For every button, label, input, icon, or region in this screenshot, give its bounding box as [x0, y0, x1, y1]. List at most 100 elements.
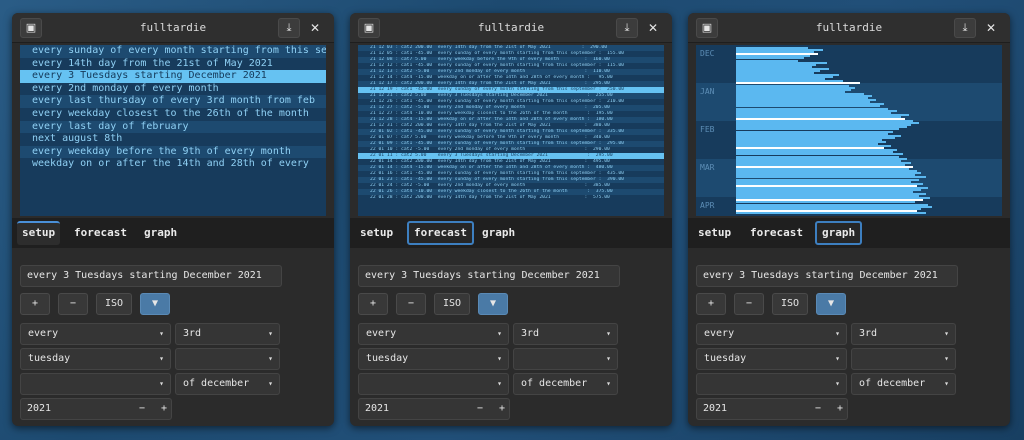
download-icon[interactable]: ⤓ — [278, 18, 300, 38]
modifier-dropdown[interactable]: ▾ — [851, 348, 956, 370]
add-button[interactable]: + — [358, 293, 388, 315]
tab-forecast[interactable]: forecast — [69, 221, 132, 245]
iso-button[interactable]: ISO — [96, 293, 132, 315]
chevron-down-icon: ▾ — [835, 354, 840, 363]
ordinal-dropdown[interactable]: 3rd ▾ — [851, 323, 956, 345]
add-button[interactable]: + — [696, 293, 726, 315]
decrement-button[interactable]: − — [809, 399, 827, 419]
month-dropdown[interactable]: of december ▾ — [175, 373, 280, 395]
list-item[interactable]: every weekday closest to the 26th of the… — [20, 108, 326, 121]
frequency-dropdown[interactable]: every ▾ — [20, 323, 171, 345]
list-item[interactable]: every 3 Tuesdays starting December 2021 — [20, 70, 326, 83]
month-dropdown[interactable]: of december ▾ — [513, 373, 618, 395]
month-dropdown[interactable]: of december ▾ — [851, 373, 956, 395]
list-item[interactable]: weekday on or after the 14th and 28th of… — [20, 158, 326, 171]
month-label: DEC — [700, 49, 715, 58]
year-spinner[interactable]: 2021− + — [20, 398, 172, 420]
chevron-down-icon: ▾ — [268, 329, 273, 338]
chevron-down-icon: ▾ — [497, 379, 502, 388]
year-spinner[interactable]: 2021− + — [696, 398, 848, 420]
chevron-down-icon: ▾ — [944, 354, 949, 363]
download-icon[interactable]: ⤓ — [954, 18, 976, 38]
tab-setup[interactable]: setup — [355, 221, 398, 245]
list-item[interactable]: every last thursday of every 3rd month f… — [20, 95, 326, 108]
increment-button[interactable]: + — [831, 399, 849, 419]
add-button[interactable]: + — [20, 293, 50, 315]
tab-setup[interactable]: setup — [17, 221, 61, 245]
month-label: JAN — [700, 87, 715, 96]
chevron-down-icon: ▾ — [159, 379, 164, 388]
weekday-dropdown[interactable]: tuesday ▾ — [20, 348, 171, 370]
remove-button[interactable]: − — [734, 293, 764, 315]
titlebar[interactable]: ▣ fulltardie ⤓ ✕ — [12, 13, 334, 43]
tab-bar: setup forecast graph — [688, 218, 1010, 248]
setup-list[interactable]: every sunday of every month starting fro… — [20, 45, 326, 216]
frequency-dropdown[interactable]: every ▾ — [358, 323, 509, 345]
titlebar[interactable]: ▣ fulltardie ⤓ ✕ — [688, 13, 1010, 43]
move-down-button[interactable]: ▼ — [816, 293, 846, 315]
iso-button[interactable]: ISO — [434, 293, 470, 315]
ordinal-dropdown[interactable]: 3rd ▾ — [175, 323, 280, 345]
day-dropdown[interactable]: ▾ — [358, 373, 509, 395]
year-spinner[interactable]: 2021− + — [358, 398, 510, 420]
chevron-down-icon: ▾ — [268, 354, 273, 363]
weekday-dropdown[interactable]: tuesday ▾ — [358, 348, 509, 370]
close-icon[interactable]: ✕ — [986, 19, 996, 37]
list-item[interactable]: next august 8th — [20, 133, 326, 146]
close-icon[interactable]: ✕ — [648, 19, 658, 37]
window-graph: ▣ fulltardie ⤓ ✕ DEC JAN FEB MAR APR setup f… — [688, 13, 1010, 426]
modifier-dropdown[interactable]: ▾ — [175, 348, 280, 370]
titlebar[interactable]: ▣ fulltardie ⤓ ✕ — [350, 13, 672, 43]
list-item[interactable]: every 14th day from the 21st of May 2021 — [20, 58, 326, 71]
tab-graph[interactable]: graph — [139, 221, 182, 245]
weekday-dropdown[interactable]: tuesday ▾ — [696, 348, 847, 370]
iso-button[interactable]: ISO — [772, 293, 808, 315]
list-item[interactable]: every last day of february — [20, 120, 326, 134]
tab-bar: setup forecast graph — [350, 218, 672, 248]
tab-graph[interactable]: graph — [815, 221, 863, 245]
tab-graph[interactable]: graph — [477, 221, 520, 245]
tab-setup[interactable]: setup — [693, 221, 736, 245]
window-forecast: ▣ fulltardie ⤓ ✕ 21 12 03 : cat2 200.00 … — [350, 13, 672, 426]
list-item[interactable]: every 2nd monday of every month — [20, 83, 326, 96]
chevron-down-icon: ▾ — [497, 329, 502, 338]
month-label: FEB — [700, 125, 715, 134]
remove-button[interactable]: − — [58, 293, 88, 315]
decrement-button[interactable]: − — [471, 399, 489, 419]
increment-button[interactable]: + — [493, 399, 511, 419]
tab-forecast[interactable]: forecast — [407, 221, 474, 245]
chevron-down-icon: ▾ — [159, 329, 164, 338]
day-dropdown[interactable]: ▾ — [696, 373, 847, 395]
remove-button[interactable]: − — [396, 293, 426, 315]
chevron-down-icon: ▾ — [835, 379, 840, 388]
rule-input[interactable]: every 3 Tuesdays starting December 2021 — [20, 265, 282, 287]
tab-forecast[interactable]: forecast — [745, 221, 808, 245]
chevron-down-icon: ▾ — [944, 329, 949, 338]
rule-input[interactable]: every 3 Tuesdays starting December 2021 — [696, 265, 958, 287]
tab-bar: setup forecast graph — [12, 218, 334, 248]
forecast-row[interactable]: 22 01 28 : cat2 200.00 every 14th day fr… — [358, 195, 664, 201]
chevron-down-icon: ▾ — [497, 354, 502, 363]
ordinal-dropdown[interactable]: 3rd ▾ — [513, 323, 618, 345]
chevron-down-icon: ▾ — [944, 379, 949, 388]
frequency-dropdown[interactable]: every ▾ — [696, 323, 847, 345]
download-icon[interactable]: ⤓ — [616, 18, 638, 38]
chevron-down-icon: ▾ — [159, 354, 164, 363]
increment-button[interactable]: + — [155, 399, 173, 419]
rule-input[interactable]: every 3 Tuesdays starting December 2021 — [358, 265, 620, 287]
month-label: APR — [700, 201, 715, 210]
balance-bar — [736, 211, 926, 214]
forecast-list[interactable]: 21 12 03 : cat2 200.00 every 14th day fr… — [358, 45, 664, 216]
move-down-button[interactable]: ▼ — [478, 293, 508, 315]
chevron-down-icon: ▾ — [606, 329, 611, 338]
modifier-dropdown[interactable]: ▾ — [513, 348, 618, 370]
window-setup: ▣ fulltardie ⤓ ✕ every sunday of every m… — [12, 13, 334, 426]
move-down-button[interactable]: ▼ — [140, 293, 170, 315]
close-icon[interactable]: ✕ — [310, 19, 320, 37]
list-item[interactable]: every weekday before the 9th of every mo… — [20, 145, 326, 159]
decrement-button[interactable]: − — [133, 399, 151, 419]
month-label: MAR — [700, 163, 715, 172]
day-dropdown[interactable]: ▾ — [20, 373, 171, 395]
list-item[interactable]: every sunday of every month starting fro… — [20, 45, 326, 58]
chevron-down-icon: ▾ — [606, 379, 611, 388]
